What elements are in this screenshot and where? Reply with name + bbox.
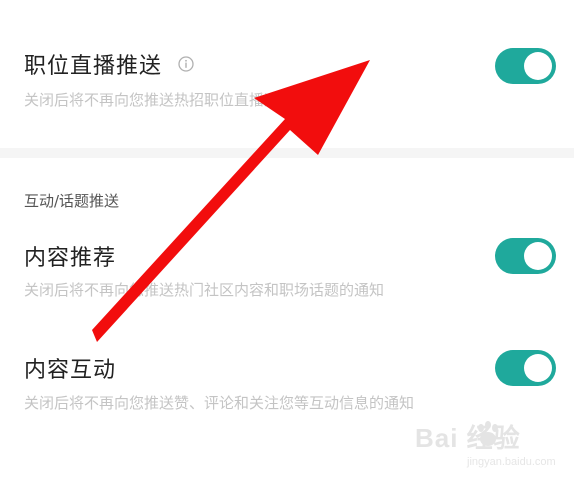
baidu-jingyan-watermark: Bai 经验 jingyan.baidu.com xyxy=(415,418,565,478)
notification-settings-page: 职位直播推送 关闭后将不再向您推送热招职位直播通知 互动/话题推送 内容推荐 关… xyxy=(0,0,574,484)
setting-desc-content-interaction: 关闭后将不再向您推送赞、评论和关注您等互动信息的通知 xyxy=(24,394,415,412)
content-recommend-toggle[interactable] xyxy=(495,238,556,274)
setting-title-content-recommend: 内容推荐 xyxy=(24,246,117,271)
info-icon[interactable] xyxy=(178,56,194,72)
watermark-url: jingyan.baidu.com xyxy=(467,456,556,468)
watermark-brand: Bai 经验 xyxy=(415,423,521,453)
job-live-push-toggle[interactable] xyxy=(495,48,556,84)
toggle-knob xyxy=(524,354,552,382)
section-header-interaction: 互动/话题推送 xyxy=(24,192,120,210)
setting-title-content-interaction: 内容互动 xyxy=(24,358,117,383)
content-interaction-toggle[interactable] xyxy=(495,350,556,386)
setting-desc-content-recommend: 关闭后将不再向您推送热门社区内容和职场话题的通知 xyxy=(24,281,385,299)
setting-title-job-live-push: 职位直播推送 xyxy=(24,54,163,79)
section-divider xyxy=(0,148,574,158)
toggle-knob xyxy=(524,52,552,80)
toggle-knob xyxy=(524,242,552,270)
setting-desc-job-live-push: 关闭后将不再向您推送热招职位直播通知 xyxy=(24,91,295,109)
paw-icon xyxy=(478,421,498,446)
